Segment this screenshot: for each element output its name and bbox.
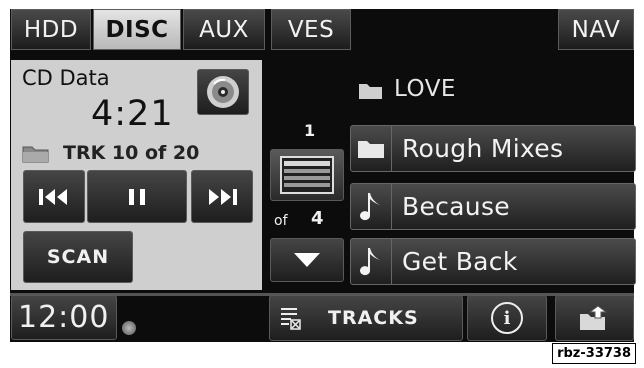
list-item-song[interactable]: Get Back xyxy=(350,238,636,285)
elapsed-time: 4:21 xyxy=(91,94,174,134)
tracks-button[interactable]: TRACKS xyxy=(269,295,463,341)
pause-icon xyxy=(129,188,145,205)
previous-track-button[interactable] xyxy=(23,170,85,223)
nav-button[interactable]: NAV xyxy=(558,9,634,50)
info-button[interactable]: i xyxy=(467,295,547,341)
tab-ves[interactable]: VES xyxy=(271,9,351,50)
folder-up-button[interactable] xyxy=(555,295,634,341)
list-item-label: Rough Mixes xyxy=(402,134,564,163)
folder-icon xyxy=(358,140,384,158)
list-item-icon-box xyxy=(351,239,392,284)
current-folder-name: LOVE xyxy=(394,76,456,102)
source-label: CD Data xyxy=(22,66,110,90)
music-note-icon xyxy=(360,192,380,220)
next-track-icon xyxy=(209,188,237,205)
tracks-label: TRACKS xyxy=(328,307,419,329)
folder-up-icon xyxy=(579,305,607,330)
open-folder-icon xyxy=(359,84,382,99)
list-item-icon-box xyxy=(351,184,392,229)
of-label: of xyxy=(274,213,288,229)
scroll-down-button[interactable] xyxy=(270,238,344,282)
folder-icon xyxy=(22,146,49,163)
disc-icon xyxy=(207,76,239,108)
tab-aux[interactable]: AUX xyxy=(183,9,265,50)
page-list-button[interactable] xyxy=(270,149,344,201)
disc-eject-button[interactable] xyxy=(197,69,249,115)
tab-hdd[interactable]: HDD xyxy=(11,9,91,50)
info-icon: i xyxy=(491,302,523,334)
clock-settings-icon xyxy=(122,321,136,335)
chevron-down-icon xyxy=(294,253,320,267)
pause-button[interactable] xyxy=(87,170,187,223)
list-item-song[interactable]: Because xyxy=(350,183,636,230)
now-playing-panel: CD Data 4:21 TRK 10 of 20 SCAN xyxy=(11,60,262,290)
tracks-list-icon xyxy=(281,308,301,330)
tab-disc[interactable]: DISC xyxy=(93,9,181,50)
reference-tag: rbz-33738 xyxy=(552,343,636,364)
scan-button[interactable]: SCAN xyxy=(23,231,133,283)
track-info: TRK 10 of 20 xyxy=(63,142,200,164)
previous-track-icon xyxy=(39,188,67,205)
list-item-label: Get Back xyxy=(402,247,518,276)
music-note-icon xyxy=(360,247,380,275)
list-page-icon xyxy=(280,156,334,194)
total-pages: 4 xyxy=(311,208,324,229)
radio-screen: HDD DISC AUX VES NAV CD Data 4:21 TRK 10… xyxy=(10,9,636,342)
list-item-folder[interactable]: Rough Mixes xyxy=(350,125,636,172)
list-item-label: Because xyxy=(402,192,510,221)
list-item-icon-box xyxy=(351,126,392,171)
page-number: 1 xyxy=(304,121,316,140)
clock-button[interactable]: 12:00 xyxy=(11,295,117,340)
next-track-button[interactable] xyxy=(191,170,253,223)
